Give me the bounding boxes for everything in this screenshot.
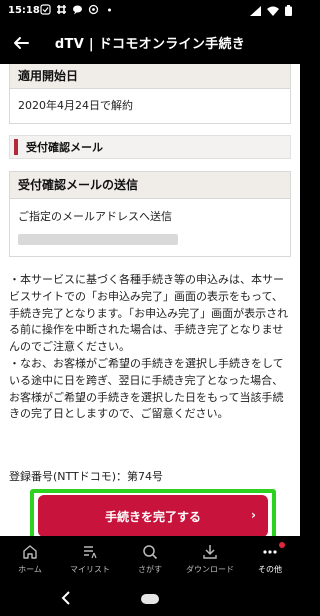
nav-item-download[interactable]: ダウンロード [180,536,240,582]
status-right-icons [250,5,292,19]
nav-label: ダウンロード [186,565,234,574]
chevron-right-icon: › [251,508,256,522]
bar-accent [14,139,18,155]
nav-item-search[interactable]: さがす [120,536,180,582]
start-date-heading: 適用開始日 [10,64,290,89]
notification-badge [279,542,285,548]
complete-procedure-label: 手続きを完了する [104,509,201,524]
masked-email-address [18,234,178,245]
confirmation-mail-bar: 受付確認メール [9,135,291,159]
dot-icon [104,4,115,15]
complete-procedure-button[interactable]: 手続きを完了する › [38,495,268,536]
note-paragraph: ・なお、お客様がご希望の手続きを選択し手続きをしている途中に日を跨ぎ、翌日に手続… [9,356,284,421]
nav-item-mylist[interactable]: マイリスト [60,536,120,582]
more-icon [262,543,278,561]
nav-item-more[interactable]: その他 [240,536,300,582]
status-time: 15:18 [8,5,40,16]
start-date-value: 2020年4月24日で解約 [18,99,133,112]
signal-icon [250,5,261,19]
battery-icon [285,5,292,19]
mail-send-section: 受付確認メールの送信 ご指定のメールアドレスへ送信 [9,171,291,257]
system-nav-bar [0,582,300,616]
download-icon [202,543,218,561]
confirmation-mail-label: 受付確認メール [26,141,103,154]
chat-icon [72,4,83,15]
status-left-icons [40,4,115,15]
bottom-nav: ホーム マイリスト さがす ダウンロード その他 [0,536,300,582]
system-home-pill[interactable] [141,594,159,604]
page-title: dTV | ドコモオンライン手続き [54,37,246,52]
search-icon [142,543,158,561]
mail-send-heading: 受付確認メールの送信 [10,172,290,199]
nav-label: マイリスト [70,565,110,574]
start-date-section: 適用開始日 2020年4月24日で解約 [9,64,291,124]
nav-item-home[interactable]: ホーム [0,536,60,582]
sync-icon [88,4,99,15]
registration-number: 登録番号(NTTドコモ)：第74号 [9,470,164,483]
chevron-left-icon [61,591,70,605]
nav-label: その他 [258,565,282,574]
nav-label: さがす [138,565,162,574]
mail-send-text: ご指定のメールアドレスへ送信 [18,210,172,223]
main-content: 適用開始日 2020年4月24日で解約 受付確認メール 受付確認メールの送信 ご… [0,64,300,536]
app-bar: dTV | ドコモオンライン手続き [0,22,300,64]
nav-label: ホーム [18,565,42,574]
note-paragraph: ・本サービスに基づく各種手続き等の申込みは、本サービスサイトでの「お申込み完了」… [9,273,289,354]
slack-icon [56,4,67,15]
home-icon [22,543,38,561]
mylist-icon [82,543,98,561]
notification-icon [40,4,51,15]
system-back-button[interactable] [60,590,72,610]
status-bar: 15:18 [0,0,300,22]
notes-block: ・本サービスに基づく各種手続き等の申込みは、本サービスサイトでの「お申込み完了」… [9,272,293,423]
wifi-icon [267,6,279,19]
